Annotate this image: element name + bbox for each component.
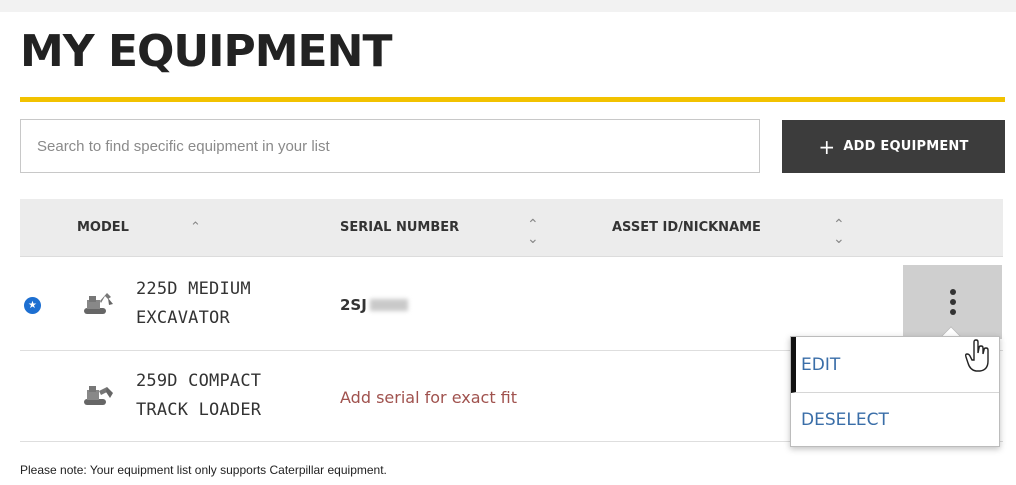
model-name-line1: 225D MEDIUM bbox=[136, 279, 251, 299]
menu-item-label: EDIT bbox=[801, 354, 841, 375]
title-underline bbox=[20, 97, 1005, 102]
serial-redacted bbox=[370, 299, 408, 311]
add-equipment-label: ADD EQUIPMENT bbox=[843, 139, 969, 154]
track-loader-icon bbox=[84, 386, 113, 405]
add-equipment-button[interactable]: + ADD EQUIPMENT bbox=[782, 120, 1005, 173]
more-vertical-icon bbox=[949, 289, 956, 295]
plus-icon: + bbox=[818, 134, 836, 159]
top-strip bbox=[0, 0, 1016, 12]
sort-toggle-icon[interactable]: ⌃ ⌄ bbox=[833, 217, 845, 245]
serial-number: 2SJ bbox=[340, 296, 367, 314]
favorite-star-icon[interactable]: ★ bbox=[24, 297, 41, 314]
menu-item-label: DESELECT bbox=[801, 410, 889, 430]
column-header-asset-id[interactable]: ASSET ID/NICKNAME bbox=[612, 220, 761, 235]
more-vertical-icon-dot bbox=[949, 299, 956, 305]
footer-note: Please note: Your equipment list only su… bbox=[20, 463, 387, 477]
table-header: MODEL ⌃ SERIAL NUMBER ⌃ ⌄ ASSET ID/NICKNA… bbox=[20, 199, 1003, 257]
more-vertical-icon-dot bbox=[949, 309, 956, 315]
model-name: 225D MEDIUM EXCAVATOR bbox=[136, 275, 251, 333]
sort-toggle-icon[interactable]: ⌃ ⌄ bbox=[527, 217, 539, 245]
search-input[interactable]: Search to find specific equipment in you… bbox=[20, 119, 760, 173]
add-serial-link[interactable]: Add serial for exact fit bbox=[340, 388, 517, 407]
model-name-line1: 259D COMPACT bbox=[136, 371, 262, 391]
hand-cursor-icon bbox=[964, 339, 989, 372]
sort-ascending-icon[interactable]: ⌃ bbox=[190, 219, 201, 235]
menu-item-deselect[interactable]: DESELECT bbox=[791, 393, 999, 447]
column-header-model[interactable]: MODEL bbox=[77, 220, 129, 235]
excavator-icon bbox=[84, 293, 113, 314]
model-name: 259D COMPACT TRACK LOADER bbox=[136, 367, 261, 425]
page-title: MY EQUIPMENT bbox=[20, 26, 392, 77]
search-placeholder: Search to find specific equipment in you… bbox=[37, 137, 330, 155]
model-name-line2: EXCAVATOR bbox=[136, 308, 230, 328]
model-name-line2: TRACK LOADER bbox=[136, 400, 262, 420]
column-header-serial-number[interactable]: SERIAL NUMBER bbox=[340, 220, 459, 235]
